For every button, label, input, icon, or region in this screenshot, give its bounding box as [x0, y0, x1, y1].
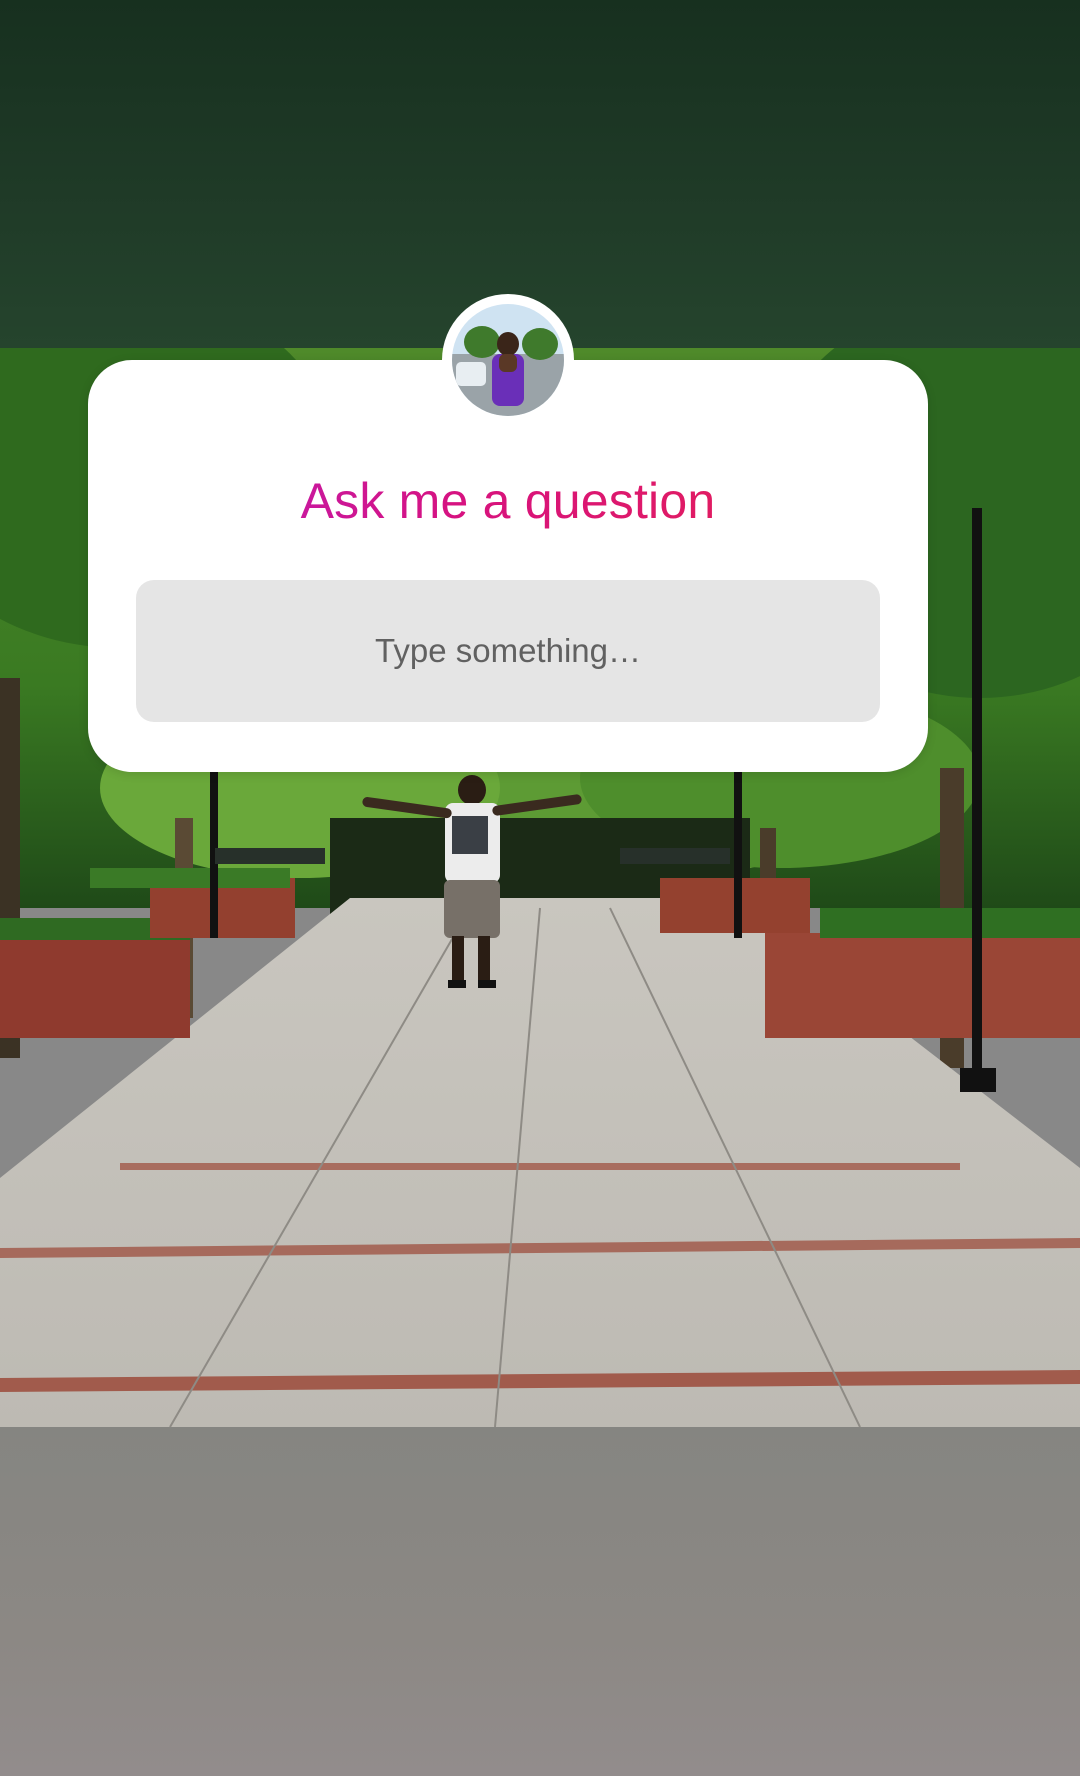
- story-viewer: Ask me a question Type something…: [0, 0, 1080, 1776]
- question-answer-input[interactable]: Type something…: [136, 580, 880, 722]
- question-sticker-title: Ask me a question: [88, 472, 928, 530]
- bottom-background-band: [0, 1427, 1080, 1776]
- profile-avatar-icon: [442, 294, 574, 426]
- avatar-photo: [452, 304, 564, 416]
- top-background-band: [0, 0, 1080, 348]
- question-answer-placeholder: Type something…: [375, 632, 641, 669]
